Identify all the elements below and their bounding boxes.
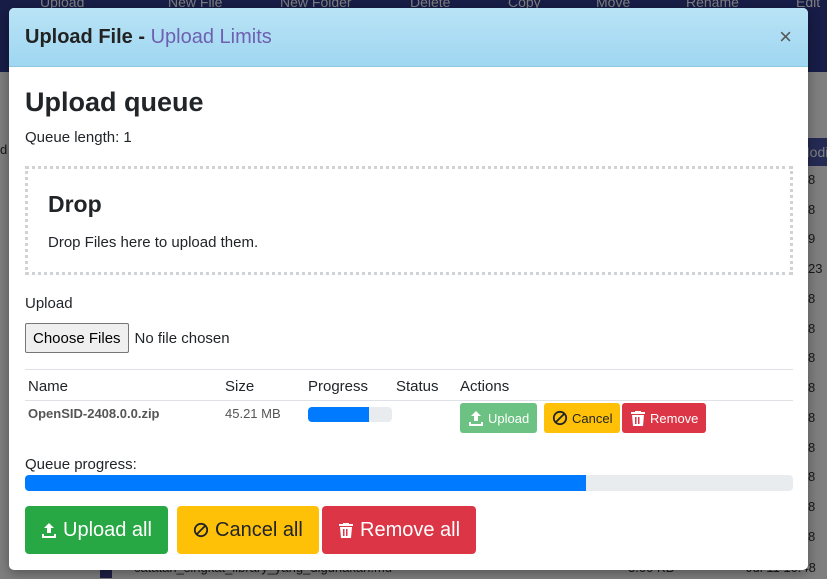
upload-icon (42, 523, 56, 538)
file-progress-bar (308, 407, 392, 422)
upload-modal: Upload File - Upload Limits × Upload que… (9, 8, 808, 570)
column-header-name: Name (28, 378, 69, 395)
trash-icon (631, 411, 645, 426)
drop-title: Drop (48, 191, 102, 217)
queue-progress-label: Queue progress: (25, 456, 137, 473)
remove-file-label: Remove (650, 410, 699, 426)
remove-file-button[interactable]: Remove (622, 403, 707, 433)
file-name: OpenSID-2408.0.0.zip (28, 406, 160, 421)
upload-file-label: Upload (488, 410, 530, 426)
no-file-chosen: No file chosen (134, 329, 230, 347)
upload-all-label: Upload all (63, 518, 152, 541)
queue-length: Queue length: 1 (25, 129, 132, 146)
cancel-all-button[interactable]: Cancel all (177, 506, 319, 554)
column-header-status: Status (396, 378, 439, 395)
column-header-progress: Progress (308, 378, 369, 395)
drop-text: Drop Files here to upload them. (48, 234, 259, 251)
queue-progress-fill (25, 475, 586, 491)
file-input: Choose Files No file chosen (25, 323, 230, 353)
upload-limits-link[interactable]: Upload Limits (151, 26, 272, 48)
ban-icon (193, 522, 209, 538)
ban-icon (552, 410, 568, 426)
cancel-file-button[interactable]: Cancel (544, 403, 621, 433)
modal-title-text: Upload File (25, 25, 133, 48)
remove-all-label: Remove all (360, 518, 461, 541)
queue-table: Name Size Progress Status Actions OpenSI… (25, 369, 793, 433)
modal-header: Upload File - Upload Limits × (9, 8, 808, 67)
modal-title-separator: - (138, 25, 146, 48)
table-row: OpenSID-2408.0.0.zip 45.21 MB Upload Can… (25, 400, 793, 442)
queue-heading: Upload queue (25, 87, 204, 117)
column-header-size: Size (225, 378, 255, 395)
upload-icon (469, 411, 483, 426)
cancel-all-label: Cancel all (215, 518, 303, 541)
cancel-file-label: Cancel (572, 410, 613, 426)
upload-label: Upload (25, 295, 73, 312)
close-button[interactable]: × (779, 26, 792, 48)
drop-zone[interactable]: Drop Drop Files here to upload them. (25, 166, 793, 275)
modal-title: Upload File - Upload Limits (25, 26, 272, 49)
choose-files-button[interactable]: Choose Files (25, 323, 129, 353)
queue-progress-bar (25, 475, 793, 491)
file-progress-fill (308, 407, 370, 422)
trash-icon (339, 523, 353, 538)
file-size: 45.21 MB (225, 406, 281, 421)
remove-all-button[interactable]: Remove all (322, 506, 477, 554)
upload-file-button[interactable]: Upload (460, 403, 538, 433)
column-header-actions: Actions (460, 378, 510, 395)
upload-all-button[interactable]: Upload all (25, 506, 168, 554)
